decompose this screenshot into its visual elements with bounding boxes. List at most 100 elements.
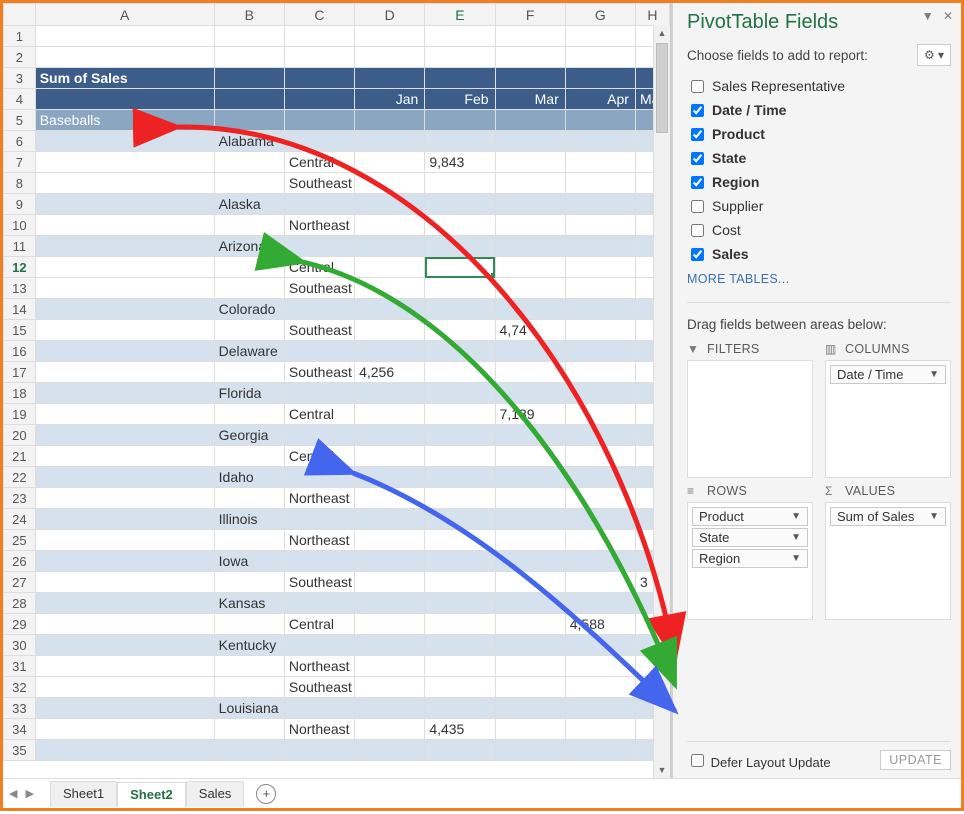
cell-G34[interactable]	[565, 719, 635, 740]
cell-G33[interactable]	[565, 698, 635, 719]
cell-D9[interactable]	[355, 194, 425, 215]
row-header-29[interactable]: 29	[4, 614, 36, 635]
cell-A5[interactable]: Baseballs	[35, 110, 214, 131]
cell-C1[interactable]	[284, 26, 354, 47]
cell-C26[interactable]	[284, 551, 354, 572]
cell-G10[interactable]	[565, 215, 635, 236]
cell-G30[interactable]	[565, 635, 635, 656]
cell-C2[interactable]	[284, 47, 354, 68]
defer-layout-checkbox[interactable]: Defer Layout Update	[687, 751, 831, 770]
cell-B34[interactable]	[214, 719, 284, 740]
cell-E12[interactable]	[425, 257, 495, 278]
cell-B30[interactable]: Kentucky	[214, 635, 284, 656]
cell-E3[interactable]	[425, 68, 495, 89]
pane-close-icon[interactable]: ✕	[943, 9, 953, 23]
cell-E33[interactable]	[425, 698, 495, 719]
cell-B14[interactable]: Colorado	[214, 299, 284, 320]
row-header-27[interactable]: 27	[4, 572, 36, 593]
field-list-settings-button[interactable]: ⚙ ▾	[917, 44, 951, 66]
pane-options-icon[interactable]: ▼	[922, 9, 934, 23]
row-header-31[interactable]: 31	[4, 656, 36, 677]
cell-E32[interactable]	[425, 677, 495, 698]
cell-B33[interactable]: Louisiana	[214, 698, 284, 719]
col-header-E[interactable]: E	[425, 4, 495, 26]
cell-C17[interactable]: Southeast	[284, 362, 354, 383]
cell-E23[interactable]	[425, 488, 495, 509]
row-header-11[interactable]: 11	[4, 236, 36, 257]
cell-D8[interactable]	[355, 173, 425, 194]
cell-E35[interactable]	[425, 740, 495, 761]
update-button[interactable]: UPDATE	[880, 750, 951, 770]
row-header-13[interactable]: 13	[4, 278, 36, 299]
cell-G13[interactable]	[565, 278, 635, 299]
row-header-9[interactable]: 9	[4, 194, 36, 215]
cell-C4[interactable]	[284, 89, 354, 110]
cell-G32[interactable]	[565, 677, 635, 698]
cell-A25[interactable]	[35, 530, 214, 551]
cell-A27[interactable]	[35, 572, 214, 593]
row-header-34[interactable]: 34	[4, 719, 36, 740]
row-header-4[interactable]: 4	[4, 89, 36, 110]
field-checkbox-product[interactable]: Product	[687, 122, 951, 146]
cell-A28[interactable]	[35, 593, 214, 614]
cell-G26[interactable]	[565, 551, 635, 572]
cell-E8[interactable]	[425, 173, 495, 194]
cell-D4[interactable]: Jan	[355, 89, 425, 110]
cell-B9[interactable]: Alaska	[214, 194, 284, 215]
cell-A24[interactable]	[35, 509, 214, 530]
row-header-30[interactable]: 30	[4, 635, 36, 656]
col-header-C[interactable]: C	[284, 4, 354, 26]
cell-C12[interactable]: Central	[284, 257, 354, 278]
cell-A17[interactable]	[35, 362, 214, 383]
cell-G24[interactable]	[565, 509, 635, 530]
row-header-25[interactable]: 25	[4, 530, 36, 551]
cell-A22[interactable]	[35, 467, 214, 488]
row-header-8[interactable]: 8	[4, 173, 36, 194]
cell-F18[interactable]	[495, 383, 565, 404]
cell-B11[interactable]: Arizona	[214, 236, 284, 257]
cell-A30[interactable]	[35, 635, 214, 656]
cell-G5[interactable]	[565, 110, 635, 131]
cell-F31[interactable]	[495, 656, 565, 677]
cell-E29[interactable]	[425, 614, 495, 635]
cell-G2[interactable]	[565, 47, 635, 68]
cell-G28[interactable]	[565, 593, 635, 614]
cell-D16[interactable]	[355, 341, 425, 362]
cell-B1[interactable]	[214, 26, 284, 47]
cell-C29[interactable]: Central	[284, 614, 354, 635]
row-header-15[interactable]: 15	[4, 320, 36, 341]
field-checkbox-sales-representative[interactable]: Sales Representative	[687, 74, 951, 98]
cell-B4[interactable]	[214, 89, 284, 110]
cell-C22[interactable]	[284, 467, 354, 488]
cell-D25[interactable]	[355, 530, 425, 551]
cell-F30[interactable]	[495, 635, 565, 656]
cell-F7[interactable]	[495, 152, 565, 173]
cell-B23[interactable]	[214, 488, 284, 509]
col-header-B[interactable]: B	[214, 4, 284, 26]
cell-F23[interactable]	[495, 488, 565, 509]
cell-A10[interactable]	[35, 215, 214, 236]
field-checkbox-cost[interactable]: Cost	[687, 218, 951, 242]
cell-A11[interactable]	[35, 236, 214, 257]
cell-A1[interactable]	[35, 26, 214, 47]
cell-A6[interactable]	[35, 131, 214, 152]
rows-drop-area[interactable]: Product▼State▼Region▼	[687, 502, 813, 620]
row-header-18[interactable]: 18	[4, 383, 36, 404]
values-item-sum-of-sales[interactable]: Sum of Sales▼	[830, 507, 946, 526]
cell-F12[interactable]	[495, 257, 565, 278]
sheet-tab-sheet2[interactable]: Sheet2	[117, 782, 186, 808]
cell-A20[interactable]	[35, 425, 214, 446]
cell-C16[interactable]	[284, 341, 354, 362]
cell-D19[interactable]	[355, 404, 425, 425]
col-header-D[interactable]: D	[355, 4, 425, 26]
cell-F27[interactable]	[495, 572, 565, 593]
cell-F3[interactable]	[495, 68, 565, 89]
cell-C25[interactable]: Northeast	[284, 530, 354, 551]
cell-F15[interactable]: 4,74	[495, 320, 565, 341]
sheet-tab-sheet1[interactable]: Sheet1	[50, 781, 117, 807]
cell-E24[interactable]	[425, 509, 495, 530]
more-tables-link[interactable]: MORE TABLES...	[687, 272, 951, 286]
cell-A21[interactable]	[35, 446, 214, 467]
cell-D31[interactable]	[355, 656, 425, 677]
cell-E28[interactable]	[425, 593, 495, 614]
